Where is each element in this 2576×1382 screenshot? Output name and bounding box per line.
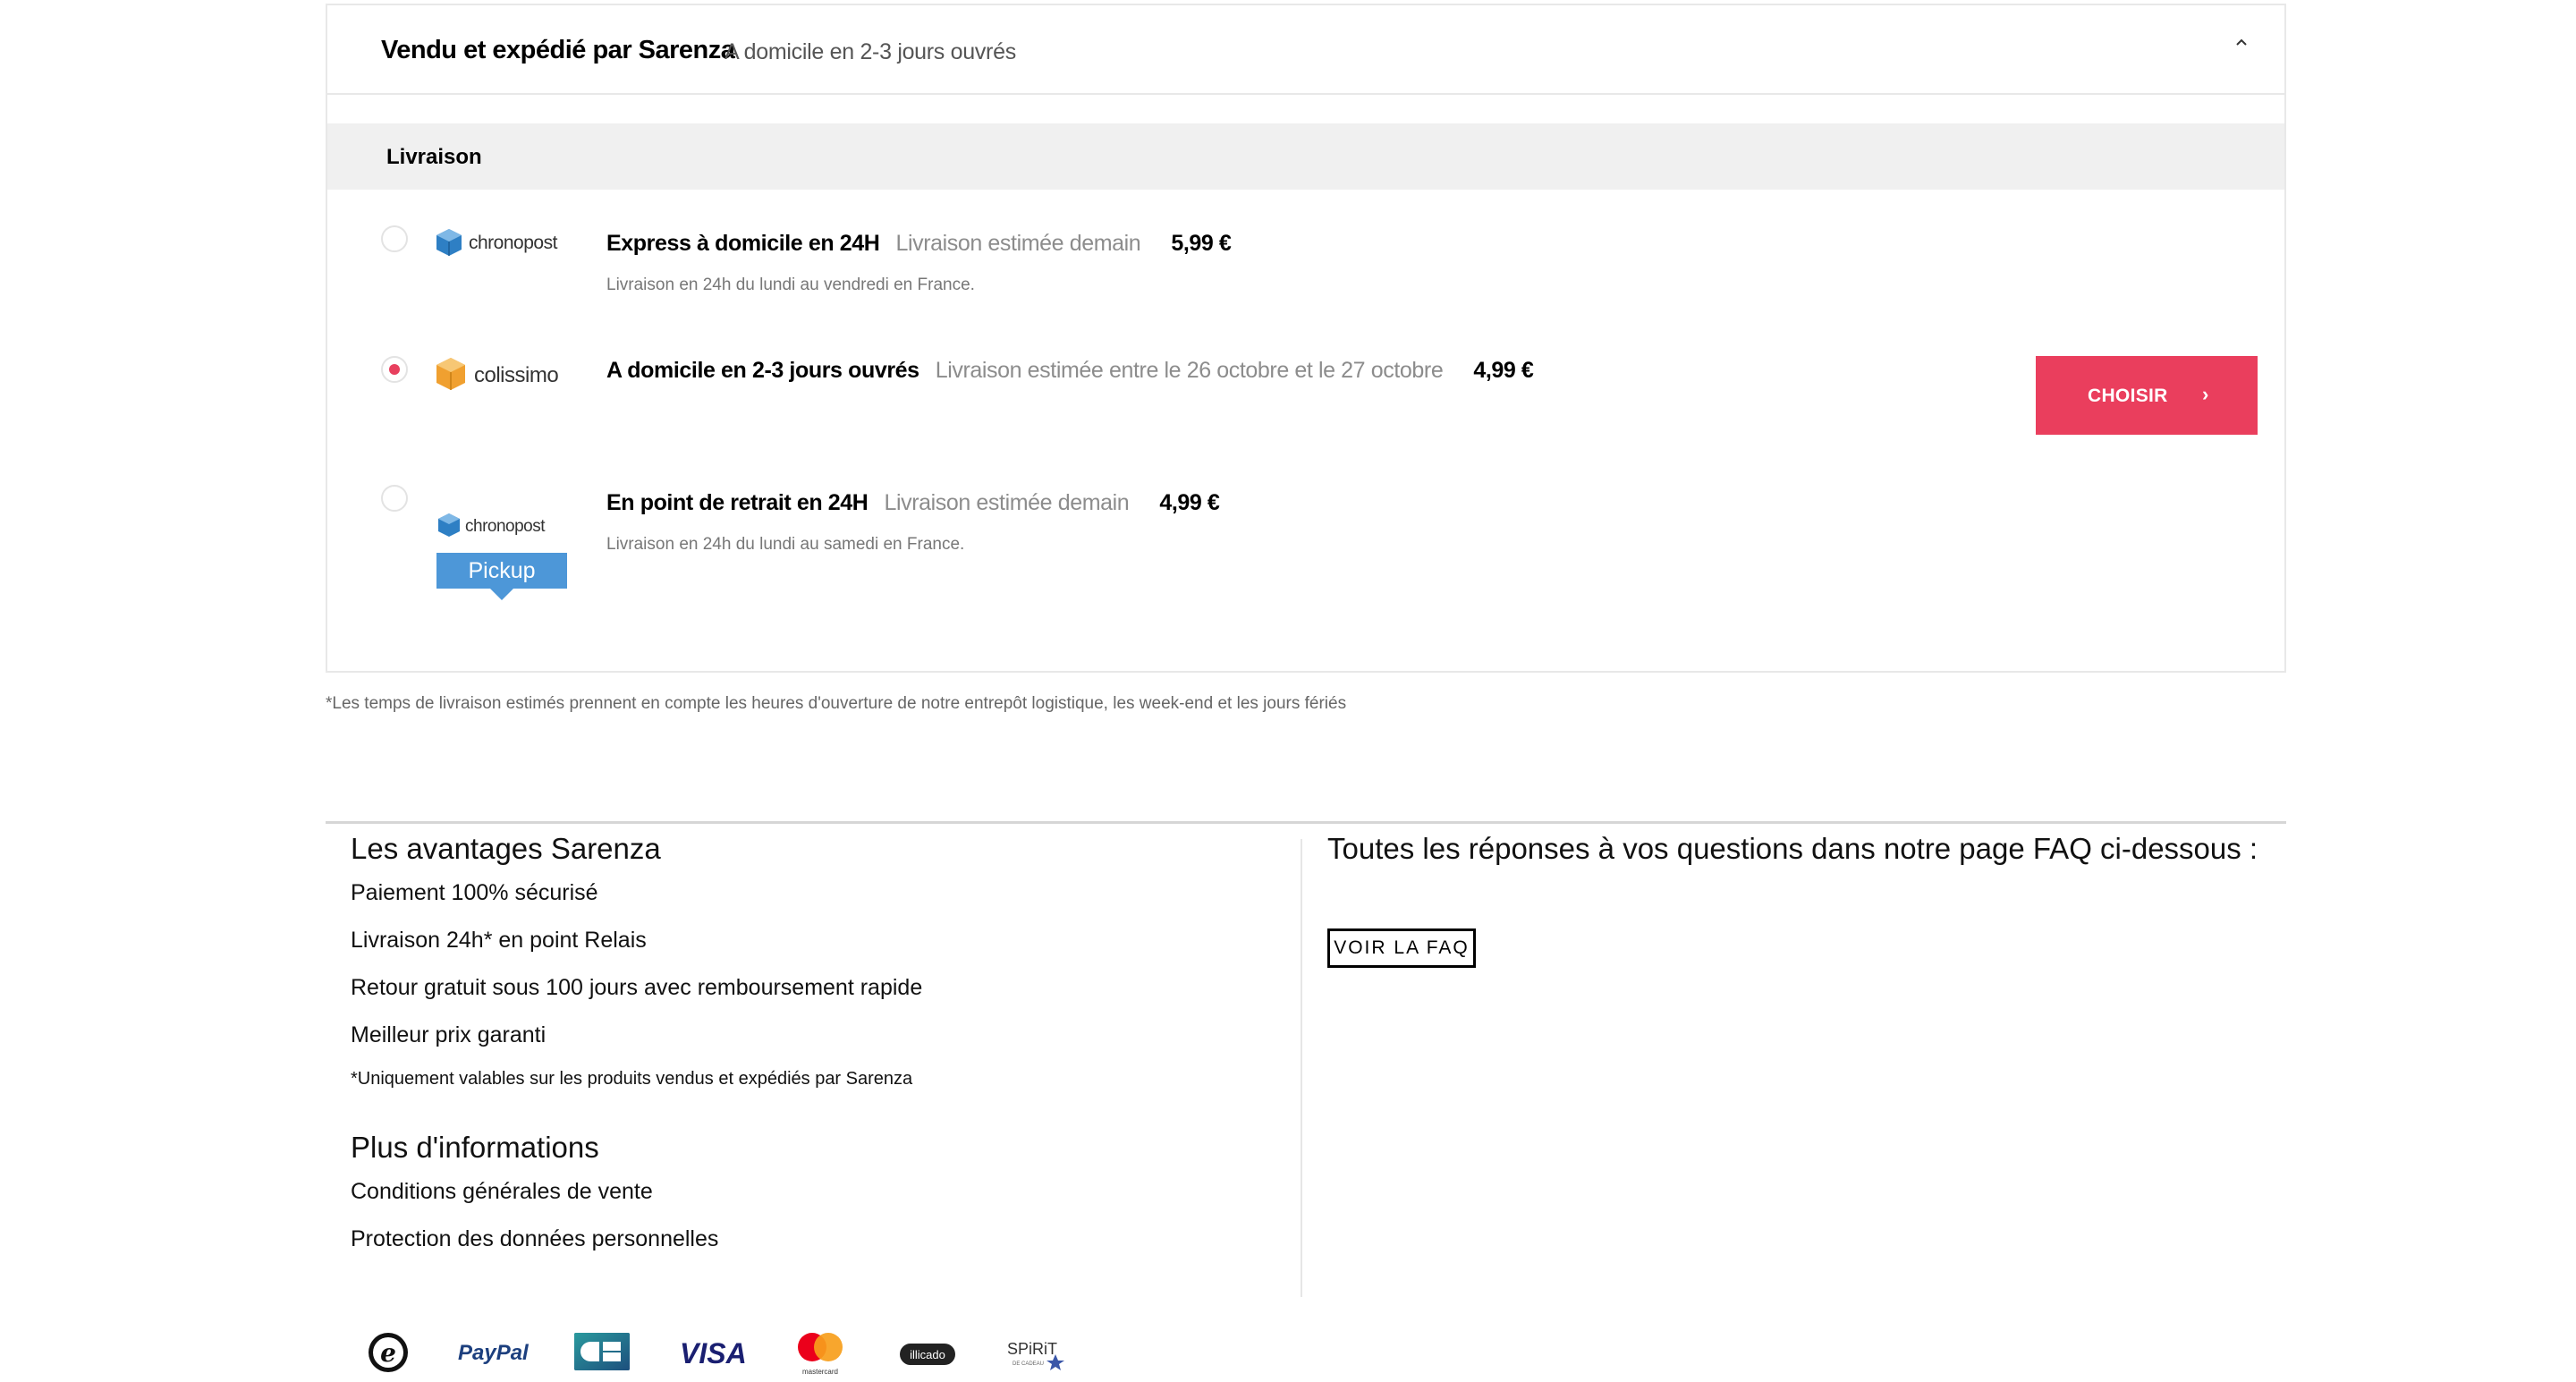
option-price: 4,99 € [1159,490,1220,515]
footer-divider [326,821,2286,824]
option-title: En point de retrait en 24H [606,490,869,515]
shipping-header[interactable]: Vendu et expédié par Sarenza A domicile … [327,5,2284,95]
option-price: 5,99 € [1171,231,1232,256]
chronopost-pickup-logo: chronopost Pickup [436,513,567,600]
choose-button[interactable]: CHOISIR › [2036,356,2258,435]
paypal-icon: PayPal [458,1341,530,1365]
mastercard-icon: mastercard [798,1333,843,1376]
option-title: A domicile en 2-3 jours ouvrés [606,358,919,383]
info-title: Plus d'informations [351,1131,599,1164]
advantages-title: Les avantages Sarenza [351,832,661,865]
illicado-icon: illicado [900,1344,955,1365]
choose-button-label: CHOISIR [2088,386,2168,406]
svg-text:DE CADEAU: DE CADEAU [1013,1361,1044,1367]
faq-button[interactable]: VOIR LA FAQ [1327,928,1476,968]
advantage-item: Retour gratuit sous 100 jours avec rembo… [351,975,923,1000]
cb-icon [574,1333,630,1370]
seller-title: Vendu et expédié par Sarenza [381,36,735,64]
svg-text:chronopost: chronopost [469,233,558,253]
radio-pickup[interactable] [381,485,408,512]
radio-express[interactable] [381,225,408,252]
link-cgv[interactable]: Conditions générales de vente [351,1179,653,1205]
svg-text:e: e [380,1338,396,1368]
svg-text:illicado: illicado [910,1348,945,1361]
spirit-icon: SPiRiT DE CADEAU [1007,1340,1064,1370]
option-note: Livraison en 24h du lundi au samedi en F… [606,535,965,554]
faq-text: Toutes les réponses à vos questions dans… [1327,832,2258,865]
advantage-item: Meilleur prix garanti [351,1022,547,1047]
delivery-section-label: Livraison [386,145,482,169]
option-title-express: Express à domicile en 24H Livraison estim… [606,231,1232,257]
svg-text:chronopost: chronopost [465,517,546,536]
chevron-up-icon[interactable] [2234,36,2249,50]
option-estimate: Livraison estimée entre le 26 octobre et… [935,358,1444,383]
seller-subtitle: A domicile en 2-3 jours ouvrés [724,39,1016,64]
option-title: Express à domicile en 24H [606,231,880,256]
option-title-pickup: En point de retrait en 24H Livraison esti… [606,490,1220,516]
option-estimate: Livraison estimée demain [884,490,1130,515]
advantages-note: *Uniquement valables sur les produits ve… [351,1069,913,1089]
svg-text:VISA: VISA [680,1337,747,1369]
advantage-item: Livraison 24h* en point Relais [351,928,647,953]
svg-text:mastercard: mastercard [802,1368,838,1376]
delivery-disclaimer: *Les temps de livraison estimés prennent… [326,694,1347,713]
option-title-colissimo: A domicile en 2-3 jours ouvrés Livraison … [606,358,1534,384]
option-price: 4,99 € [1473,358,1534,383]
visa-icon: VISA [680,1337,747,1369]
radio-colissimo[interactable] [381,356,408,383]
delivery-section-header: Livraison [327,123,2284,190]
advantage-item: Paiement 100% sécurisé [351,880,598,905]
link-privacy[interactable]: Protection des données personnelles [351,1226,718,1252]
option-note: Livraison en 24h du lundi au vendredi en… [606,276,975,294]
chevron-right-icon: › [2202,383,2209,405]
svg-text:SPiRiT: SPiRiT [1007,1340,1057,1358]
svg-text:PayPal: PayPal [458,1341,530,1365]
e-carte-icon: e [369,1333,408,1372]
pickup-badge: Pickup [468,558,535,583]
option-estimate: Livraison estimée demain [895,231,1141,256]
chronopost-logo: chronopost [436,229,558,256]
svg-text:colissimo: colissimo [474,363,558,387]
colissimo-logo: colissimo [436,358,559,390]
footer-column-divider [1301,839,1302,1297]
shipping-panel: Vendu et expédié par Sarenza A domicile … [326,4,2286,673]
